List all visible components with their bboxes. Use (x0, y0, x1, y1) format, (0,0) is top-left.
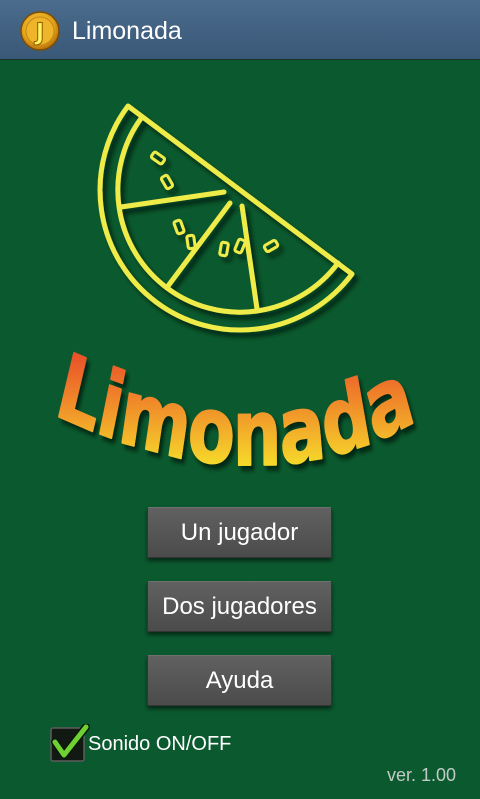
version-label: ver. 1.00 (386, 765, 456, 785)
action-bar: J Limonada (0, 0, 480, 60)
help-button[interactable]: Ayuda (147, 655, 332, 706)
app-title: Limonada (72, 17, 182, 45)
two-players-button[interactable]: Dos jugadores (147, 581, 332, 632)
sound-toggle-label[interactable]: Sonido ON/OFF (88, 732, 231, 756)
app-icon-letter: J (34, 18, 45, 46)
sound-checkbox[interactable] (48, 724, 90, 764)
sound-toggle[interactable]: Sonido ON/OFF (48, 724, 248, 764)
app-logo-icon[interactable]: J (20, 11, 60, 51)
one-player-button[interactable]: Un jugador (147, 507, 332, 558)
